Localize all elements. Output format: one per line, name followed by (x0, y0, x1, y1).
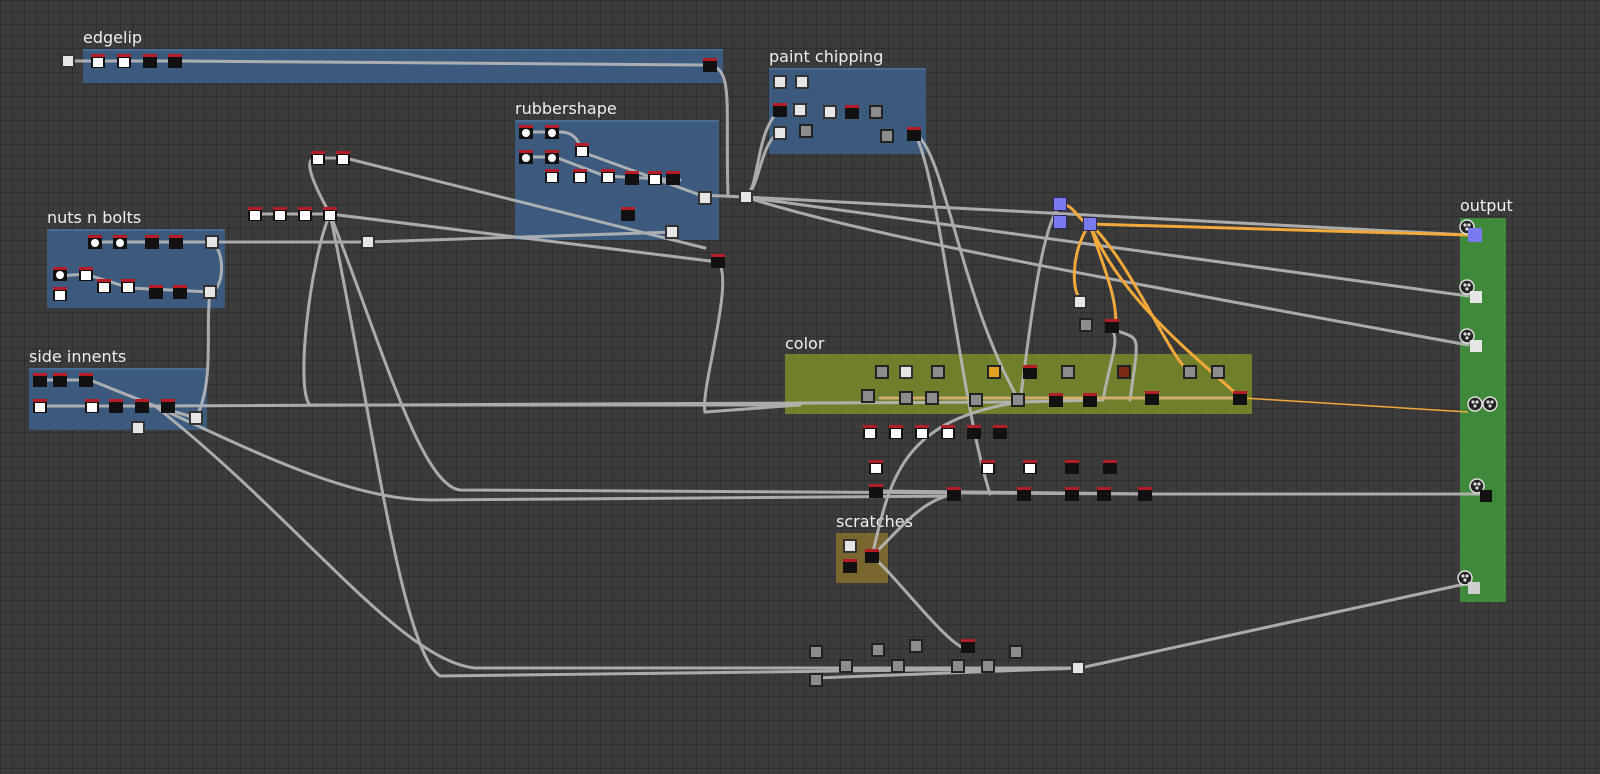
graph-wires-and-nodes (33, 54, 1498, 687)
node-graph-canvas[interactable]: edgelip paint chipping rubbershape nuts … (0, 0, 1600, 774)
